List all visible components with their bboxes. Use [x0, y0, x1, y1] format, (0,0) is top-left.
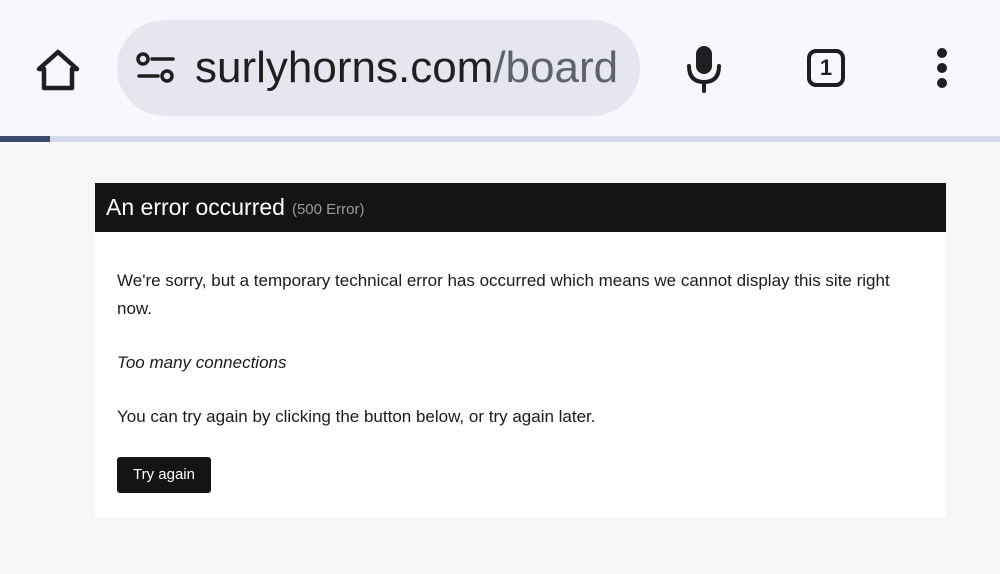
home-icon	[36, 49, 80, 91]
url-path: /board	[493, 43, 619, 92]
page-load-progress-fill	[0, 136, 50, 142]
error-body: We're sorry, but a temporary technical e…	[95, 232, 946, 493]
home-button[interactable]	[30, 42, 86, 98]
tab-count: 1	[819, 55, 833, 80]
error-detail: Too many connections	[117, 353, 287, 372]
page-load-progress	[0, 136, 1000, 142]
site-settings-button[interactable]	[133, 48, 179, 88]
browser-toolbar: surlyhorns.com/board 1	[0, 0, 1000, 136]
error-card: An error occurred (500 Error) We're sorr…	[95, 183, 946, 517]
error-message: We're sorry, but a temporary technical e…	[117, 271, 890, 318]
browser-menu-button[interactable]	[920, 40, 964, 96]
microphone-icon	[687, 46, 721, 93]
tab-switcher-icon: 1	[807, 49, 845, 87]
try-again-button[interactable]: Try again	[117, 457, 211, 493]
tab-switcher-button[interactable]: 1	[798, 40, 854, 96]
error-header: An error occurred (500 Error)	[95, 183, 946, 232]
error-title: An error occurred	[106, 194, 285, 220]
error-hint: You can try again by clicking the button…	[117, 407, 596, 426]
tune-icon	[136, 52, 175, 83]
voice-search-button[interactable]	[678, 40, 730, 96]
more-vertical-icon	[937, 48, 947, 88]
address-bar[interactable]: surlyhorns.com/board	[117, 20, 640, 116]
url-text[interactable]: surlyhorns.com/board	[195, 42, 625, 94]
url-host: surlyhorns.com	[195, 43, 494, 92]
error-code: (500 Error)	[291, 201, 365, 218]
